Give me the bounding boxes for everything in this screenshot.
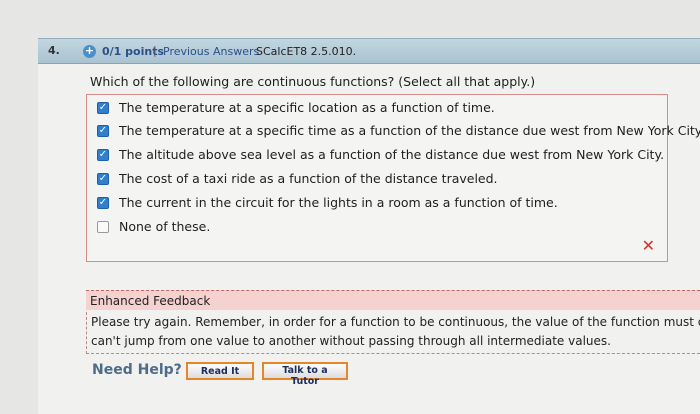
question-prompt: Which of the following are continuous fu… <box>90 74 536 89</box>
choice-label: The cost of a taxi ride as a function of… <box>119 171 498 186</box>
checkbox-checked-icon[interactable]: ✓ <box>97 172 109 185</box>
feedback-title-bar: Enhanced Feedback <box>86 290 700 310</box>
choice-label: The altitude above sea level as a functi… <box>119 147 665 162</box>
feedback-line-1: Please try again. Remember, in order for… <box>91 315 700 329</box>
choice-label: The temperature at a specific time as a … <box>119 123 700 138</box>
header-separator: | <box>153 44 157 57</box>
incorrect-x-icon: ✕ <box>641 236 655 255</box>
choice-4[interactable]: ✓ The current in the circuit for the lig… <box>97 195 558 210</box>
checkbox-checked-icon[interactable]: ✓ <box>97 196 109 209</box>
choice-0[interactable]: ✓ The temperature at a specific location… <box>97 100 495 115</box>
page: 4. + 0/1 points | Previous Answers SCalc… <box>0 0 700 414</box>
choice-3[interactable]: ✓ The cost of a taxi ride as a function … <box>97 171 498 186</box>
feedback-title: Enhanced Feedback <box>90 294 211 308</box>
choice-5[interactable]: None of these. <box>97 219 210 234</box>
checkbox-unchecked-icon[interactable] <box>97 220 109 233</box>
expand-plus-icon[interactable]: + <box>83 45 96 58</box>
choice-label: The temperature at a specific location a… <box>119 100 495 115</box>
choice-2[interactable]: ✓ The altitude above sea level as a func… <box>97 147 664 162</box>
choices-box: ✓ The temperature at a specific location… <box>86 94 700 262</box>
previous-answers-link[interactable]: Previous Answers <box>163 45 259 58</box>
question-number: 4. <box>48 44 60 57</box>
choice-1[interactable]: ✓ The temperature at a specific time as … <box>97 123 700 138</box>
feedback-body: Please try again. Remember, in order for… <box>86 312 700 354</box>
question-header: 4. + 0/1 points | Previous Answers SCalc… <box>38 38 700 64</box>
choice-label: None of these. <box>119 219 211 234</box>
feedback-line-2: can't jump from one value to another wit… <box>91 334 611 348</box>
checkbox-checked-icon[interactable]: ✓ <box>97 148 109 161</box>
choice-label: The current in the circuit for the light… <box>119 195 558 210</box>
question-source: SCalcET8 2.5.010. <box>256 45 357 58</box>
question-body: Which of the following are continuous fu… <box>38 64 700 414</box>
need-help-label: Need Help? <box>92 362 182 378</box>
read-it-button[interactable]: Read It <box>186 362 254 380</box>
checkbox-checked-icon[interactable]: ✓ <box>97 101 109 114</box>
checkbox-checked-icon[interactable]: ✓ <box>97 124 109 137</box>
talk-to-tutor-button[interactable]: Talk to a Tutor <box>262 362 348 387</box>
